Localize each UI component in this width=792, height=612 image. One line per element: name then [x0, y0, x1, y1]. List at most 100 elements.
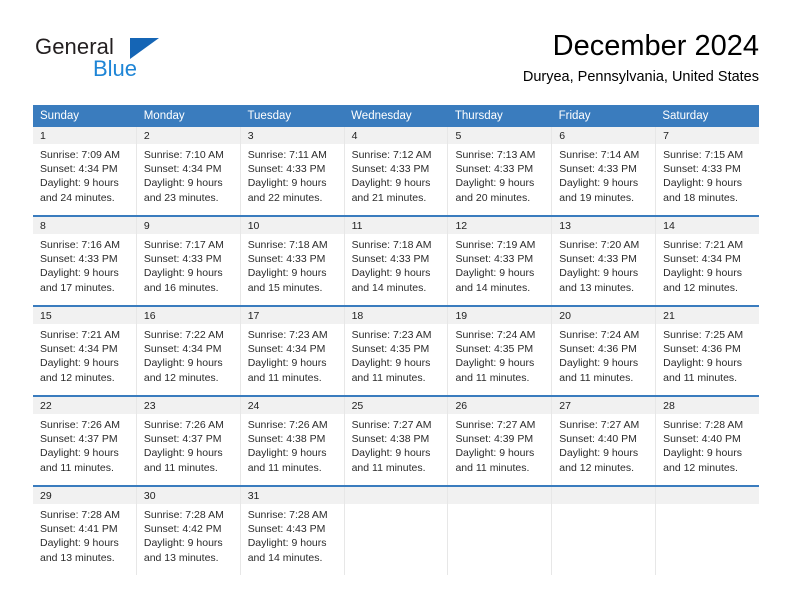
- day-number: 11: [344, 217, 448, 234]
- sunset-text: Sunset: 4:33 PM: [351, 253, 430, 266]
- sunrise-text: Sunrise: 7:27 AM: [351, 419, 432, 431]
- daylight-text-line1: Daylight: 9 hours: [143, 267, 223, 280]
- calendar-day-cell[interactable]: 31 Sunrise: 7:28 AM Sunset: 4:43 PM Dayligh…: [240, 487, 345, 575]
- calendar-day-cell[interactable]: 24 Sunrise: 7:26 AM Sunset: 4:38 PM Dayligh…: [240, 397, 345, 485]
- calendar-day-cell[interactable]: 9 Sunrise: 7:17 AM Sunset: 4:33 PM Daylight…: [136, 217, 241, 305]
- title-block: December 2024 Duryea, Pennsylvania, Unit…: [523, 28, 759, 87]
- calendar-day-cell[interactable]: 2 Sunrise: 7:10 AM Sunset: 4:34 PM Daylight…: [136, 127, 241, 215]
- sunrise-text: Sunrise: 7:28 AM: [247, 509, 328, 521]
- calendar-day-cell[interactable]: 26 Sunrise: 7:27 AM Sunset: 4:39 PM Dayligh…: [448, 397, 553, 485]
- calendar-day-cell[interactable]: 11 Sunrise: 7:18 AM Sunset: 4:33 PM Dayligh…: [344, 217, 449, 305]
- day-details: Sunrise: 7:28 AM Sunset: 4:42 PM Daylight:…: [137, 504, 240, 565]
- sunrise-text: Sunrise: 7:28 AM: [663, 419, 744, 431]
- weekday-header-wednesday: Wednesday: [351, 110, 412, 122]
- calendar-day-cell[interactable]: 28 Sunrise: 7:28 AM Sunset: 4:40 PM Dayligh…: [656, 397, 760, 485]
- calendar-day-cell[interactable]: 5 Sunrise: 7:13 AM Sunset: 4:33 PM Daylight…: [448, 127, 553, 215]
- calendar-day-cell[interactable]: 30 Sunrise: 7:28 AM Sunset: 4:42 PM Dayligh…: [136, 487, 241, 575]
- calendar-day-cell[interactable]: 18 Sunrise: 7:23 AM Sunset: 4:35 PM Dayligh…: [344, 307, 449, 395]
- day-details: Sunrise: 7:26 AM Sunset: 4:37 PM Daylight:…: [33, 414, 136, 475]
- sunset-text: Sunset: 4:34 PM: [40, 343, 118, 356]
- daylight-text-line2: and 11 minutes.: [247, 461, 322, 474]
- calendar-day-cell[interactable]: 21 Sunrise: 7:25 AM Sunset: 4:36 PM Dayligh…: [656, 307, 760, 395]
- sunrise-text: Sunrise: 7:19 AM: [455, 239, 536, 251]
- day-number: 4: [344, 127, 448, 144]
- calendar-day-cell[interactable]: 29 Sunrise: 7:28 AM Sunset: 4:41 PM Dayligh…: [33, 487, 137, 575]
- day-details: Sunrise: 7:23 AM Sunset: 4:35 PM Daylight:…: [345, 324, 448, 385]
- daylight-text-line2: and 14 minutes.: [455, 281, 531, 294]
- sunset-text: Sunset: 4:33 PM: [247, 253, 326, 266]
- calendar-day-cell[interactable]: 16 Sunrise: 7:22 AM Sunset: 4:34 PM Dayligh…: [136, 307, 241, 395]
- sunset-text: Sunset: 4:33 PM: [559, 253, 637, 266]
- daylight-text-line2: and 18 minutes.: [663, 191, 738, 204]
- calendar-day-cell[interactable]: 20 Sunrise: 7:24 AM Sunset: 4:36 PM Dayligh…: [552, 307, 657, 395]
- calendar-day-cell[interactable]: 3 Sunrise: 7:11 AM Sunset: 4:33 PM Daylight…: [240, 127, 345, 215]
- daylight-text-line1: Daylight: 9 hours: [663, 177, 742, 190]
- daylight-text-line2: and 24 minutes.: [40, 191, 115, 204]
- day-details: Sunrise: 7:20 AM Sunset: 4:33 PM Daylight:…: [552, 234, 655, 295]
- weekday-header-friday: Friday: [558, 110, 591, 122]
- daylight-text-line2: and 11 minutes.: [663, 371, 738, 384]
- day-details: Sunrise: 7:21 AM Sunset: 4:34 PM Daylight:…: [33, 324, 136, 385]
- calendar-day-cell-empty: [448, 487, 553, 575]
- daylight-text-line1: Daylight: 9 hours: [40, 537, 119, 550]
- calendar-day-cell[interactable]: 6 Sunrise: 7:14 AM Sunset: 4:33 PM Daylight…: [552, 127, 657, 215]
- day-details: Sunrise: 7:16 AM Sunset: 4:33 PM Daylight:…: [33, 234, 136, 295]
- daylight-text-line1: Daylight: 9 hours: [143, 177, 223, 190]
- daylight-text-line2: and 23 minutes.: [143, 191, 219, 204]
- calendar-day-cell[interactable]: 12 Sunrise: 7:19 AM Sunset: 4:33 PM Dayligh…: [448, 217, 553, 305]
- day-details: Sunrise: 7:26 AM Sunset: 4:37 PM Daylight:…: [137, 414, 240, 475]
- day-number: 15: [33, 307, 136, 324]
- daylight-text-line1: Daylight: 9 hours: [40, 447, 119, 460]
- calendar-day-cell[interactable]: 7 Sunrise: 7:15 AM Sunset: 4:33 PM Daylight…: [656, 127, 760, 215]
- sunset-text: Sunset: 4:33 PM: [559, 163, 637, 176]
- calendar-day-cell[interactable]: 1 Sunrise: 7:09 AM Sunset: 4:34 PM Daylight…: [33, 127, 137, 215]
- sunset-text: Sunset: 4:43 PM: [247, 523, 326, 536]
- day-details: Sunrise: 7:26 AM Sunset: 4:38 PM Daylight:…: [241, 414, 344, 475]
- calendar-day-cell[interactable]: 8 Sunrise: 7:16 AM Sunset: 4:33 PM Daylight…: [33, 217, 137, 305]
- calendar-day-cell[interactable]: 10 Sunrise: 7:18 AM Sunset: 4:33 PM Dayligh…: [240, 217, 345, 305]
- day-details: Sunrise: 7:28 AM Sunset: 4:41 PM Daylight:…: [33, 504, 136, 565]
- day-number: [448, 487, 552, 504]
- sunrise-text: Sunrise: 7:26 AM: [40, 419, 120, 431]
- sunset-text: Sunset: 4:33 PM: [455, 253, 534, 266]
- calendar-day-cell[interactable]: 19 Sunrise: 7:24 AM Sunset: 4:35 PM Dayligh…: [448, 307, 553, 395]
- sunset-text: Sunset: 4:35 PM: [351, 343, 430, 356]
- daylight-text-line1: Daylight: 9 hours: [40, 267, 119, 280]
- sunset-text: Sunset: 4:37 PM: [40, 433, 118, 446]
- day-number: 13: [552, 217, 656, 234]
- sunset-text: Sunset: 4:33 PM: [663, 163, 741, 176]
- calendar-day-cell[interactable]: 14 Sunrise: 7:21 AM Sunset: 4:34 PM Dayligh…: [656, 217, 760, 305]
- calendar-day-cell[interactable]: 22 Sunrise: 7:26 AM Sunset: 4:37 PM Dayligh…: [33, 397, 137, 485]
- calendar-day-cell[interactable]: 23 Sunrise: 7:26 AM Sunset: 4:37 PM Dayligh…: [136, 397, 241, 485]
- calendar-day-cell[interactable]: 15 Sunrise: 7:21 AM Sunset: 4:34 PM Dayligh…: [33, 307, 137, 395]
- daylight-text-line1: Daylight: 9 hours: [143, 537, 223, 550]
- sunset-text: Sunset: 4:33 PM: [351, 163, 430, 176]
- day-details: Sunrise: 7:10 AM Sunset: 4:34 PM Daylight:…: [137, 144, 240, 205]
- sunrise-text: Sunrise: 7:28 AM: [40, 509, 120, 521]
- calendar-day-cell[interactable]: 4 Sunrise: 7:12 AM Sunset: 4:33 PM Daylight…: [344, 127, 449, 215]
- calendar-week-row: 8 Sunrise: 7:16 AM Sunset: 4:33 PM Daylight…: [33, 215, 760, 305]
- calendar-day-cell[interactable]: 25 Sunrise: 7:27 AM Sunset: 4:38 PM Dayligh…: [344, 397, 449, 485]
- calendar-day-cell[interactable]: 13 Sunrise: 7:20 AM Sunset: 4:33 PM Dayligh…: [552, 217, 657, 305]
- day-number: 25: [344, 397, 448, 414]
- daylight-text-line1: Daylight: 9 hours: [559, 357, 639, 370]
- calendar-day-cell-empty: [656, 487, 760, 575]
- page-subtitle: Duryea, Pennsylvania, United States: [522, 69, 759, 85]
- sunrise-text: Sunrise: 7:23 AM: [247, 329, 328, 341]
- sunrise-text: Sunrise: 7:13 AM: [455, 149, 536, 161]
- calendar-day-cell-empty: [552, 487, 657, 575]
- calendar-day-cell[interactable]: 17 Sunrise: 7:23 AM Sunset: 4:34 PM Dayligh…: [240, 307, 345, 395]
- calendar-day-cell[interactable]: 27 Sunrise: 7:27 AM Sunset: 4:40 PM Dayligh…: [552, 397, 657, 485]
- page-title: December 2024: [552, 30, 759, 62]
- daylight-text-line2: and 11 minutes.: [559, 371, 634, 384]
- page-header: General Blue December 2024 Duryea, Penns…: [33, 28, 759, 98]
- daylight-text-line2: and 14 minutes.: [351, 281, 427, 294]
- day-number: 16: [136, 307, 240, 324]
- sunrise-text: Sunrise: 7:17 AM: [143, 239, 224, 251]
- sunset-text: Sunset: 4:36 PM: [663, 343, 741, 356]
- day-number: 31: [240, 487, 344, 504]
- sunset-text: Sunset: 4:38 PM: [351, 433, 430, 446]
- sunrise-text: Sunrise: 7:20 AM: [559, 239, 640, 251]
- sunrise-text: Sunrise: 7:11 AM: [247, 149, 327, 161]
- daylight-text-line1: Daylight: 9 hours: [455, 177, 535, 190]
